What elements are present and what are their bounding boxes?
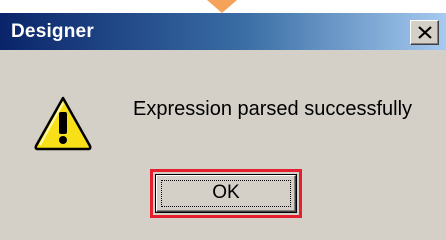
title-bar[interactable]: Designer xyxy=(0,13,446,50)
ok-button-label: OK xyxy=(212,182,240,203)
warning-icon xyxy=(34,96,92,151)
ok-button[interactable]: OK xyxy=(156,175,296,212)
window-title: Designer xyxy=(11,21,94,42)
close-button[interactable] xyxy=(410,20,439,45)
message-text: Expression parsed successfully xyxy=(133,98,413,120)
close-icon xyxy=(418,26,432,39)
designer-dialog: Designer Expression parsed successfully … xyxy=(0,13,446,240)
top-accent-shape xyxy=(207,0,237,13)
